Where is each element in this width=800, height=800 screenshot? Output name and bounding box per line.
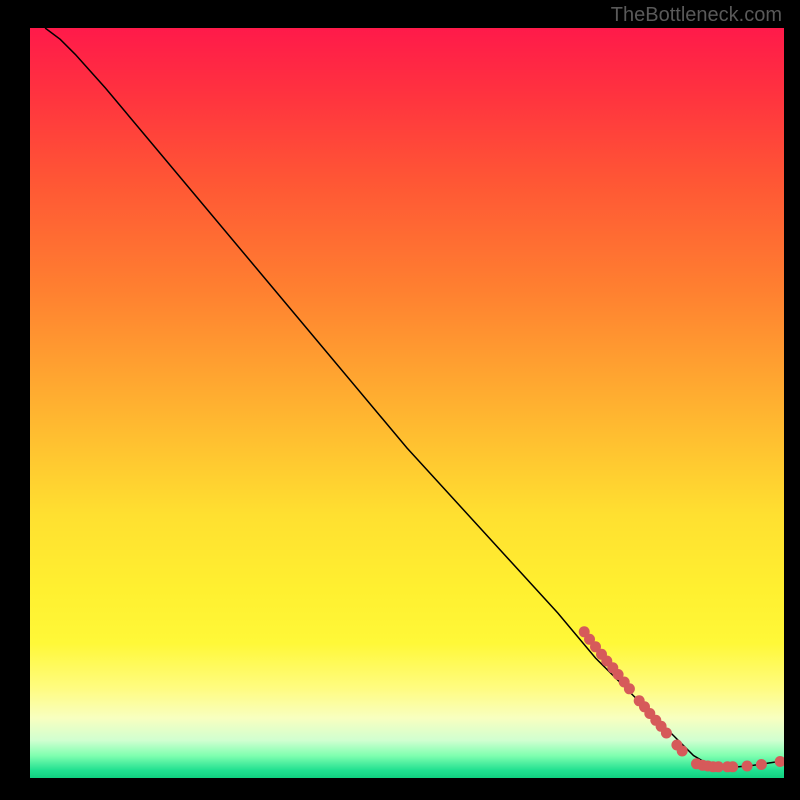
data-point bbox=[661, 728, 672, 739]
bottleneck-curve bbox=[45, 28, 784, 767]
chart-svg bbox=[30, 28, 784, 778]
data-point bbox=[756, 759, 767, 770]
data-point bbox=[727, 761, 738, 772]
scatter-points-group bbox=[579, 626, 784, 772]
data-point bbox=[742, 761, 753, 772]
data-point bbox=[775, 756, 784, 767]
data-point bbox=[624, 683, 635, 694]
watermark-text: TheBottleneck.com bbox=[611, 4, 782, 27]
chart-plot-area bbox=[30, 28, 784, 778]
data-point bbox=[677, 746, 688, 757]
